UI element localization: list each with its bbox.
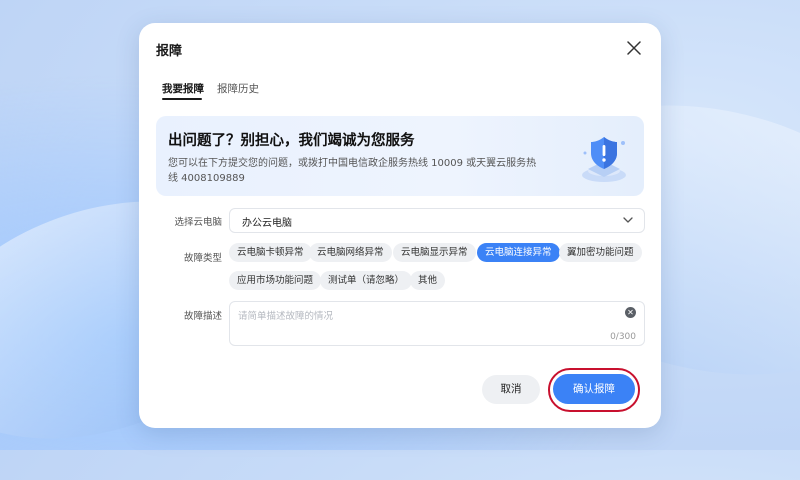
dialog-title: 报障 bbox=[156, 44, 183, 59]
fault-type-chip-other[interactable]: 其他 bbox=[410, 271, 446, 290]
tab-history[interactable]: 报障历史 bbox=[217, 81, 259, 96]
pc-select-label: 选择云电脑 bbox=[174, 217, 222, 228]
fault-type-chip-display[interactable]: 云电脑显示异常 bbox=[393, 243, 476, 262]
confirm-report-button[interactable]: 确认报障 bbox=[553, 374, 635, 404]
fault-type-chip-test[interactable]: 测试单（请忽略） bbox=[320, 271, 413, 290]
alert-shield-illustration-icon bbox=[582, 137, 626, 182]
char-counter: 0/300 bbox=[610, 332, 636, 342]
tab-report[interactable]: 我要报障 bbox=[162, 81, 204, 96]
cancel-button[interactable]: 取消 bbox=[482, 375, 540, 404]
banner-text: 您可以在下方提交您的问题，或拨打中国电信政企服务热线 10009 或天翼云服务热… bbox=[168, 158, 537, 184]
fault-type-chip-connection[interactable]: 云电脑连接异常 bbox=[477, 243, 560, 262]
fault-type-chip-lag[interactable]: 云电脑卡顿异常 bbox=[229, 243, 312, 262]
fault-type-chip-app-market[interactable]: 应用市场功能问题 bbox=[229, 271, 322, 290]
close-icon bbox=[627, 41, 641, 55]
fault-type-label: 故障类型 bbox=[183, 253, 222, 264]
fault-type-chip-network[interactable]: 云电脑网络异常 bbox=[309, 243, 392, 262]
fault-desc-placeholder: 请简单描述故障的情况 bbox=[238, 311, 334, 322]
pc-select[interactable]: 办公云电脑 bbox=[229, 208, 645, 233]
fault-desc-label: 故障描述 bbox=[183, 311, 222, 322]
close-button[interactable] bbox=[623, 37, 645, 59]
report-dialog: 报障 我要报障 报障历史 出问题了？别担心，我们竭诚为您服务 您可以在下方提交您… bbox=[139, 23, 661, 428]
clear-icon[interactable]: ✕ bbox=[625, 307, 636, 318]
chevron-down-icon bbox=[623, 217, 633, 223]
service-banner: 出问题了？别担心，我们竭诚为您服务 您可以在下方提交您的问题，或拨打中国电信政企… bbox=[156, 116, 644, 196]
banner-title: 出问题了？别担心，我们竭诚为您服务 bbox=[168, 133, 415, 149]
pc-select-value: 办公云电脑 bbox=[242, 218, 292, 229]
tab-active-indicator bbox=[162, 98, 202, 100]
fault-type-chip-encryption[interactable]: 翼加密功能问题 bbox=[559, 243, 642, 262]
fault-desc-input[interactable]: 请简单描述故障的情况 ✕ 0/300 bbox=[229, 301, 645, 346]
